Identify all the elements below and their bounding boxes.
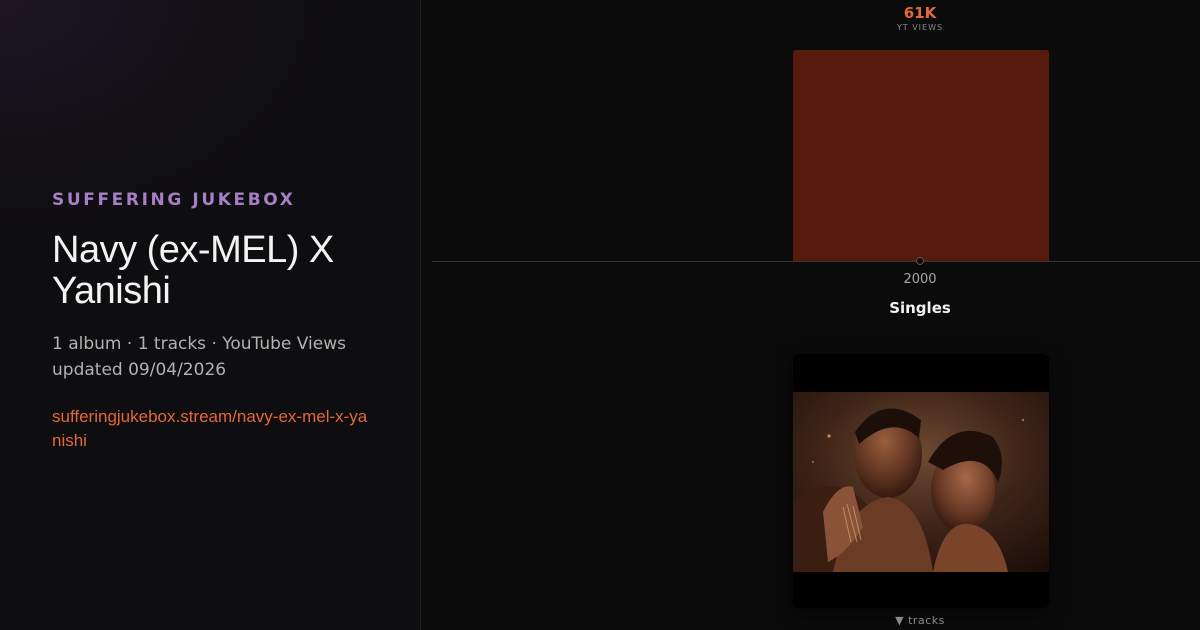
meta-updated: updated 09/04/2026 bbox=[52, 360, 227, 380]
bar-metric-label: YT VIEWS bbox=[896, 23, 944, 32]
chart-baseline bbox=[432, 261, 1200, 262]
tracks-toggle-button[interactable]: ▼ tracks bbox=[870, 614, 970, 627]
album-cover-image bbox=[793, 392, 1049, 572]
meta-summary: 1 album · 1 tracks · YouTube Views bbox=[52, 334, 346, 354]
bar-plot-area bbox=[793, 50, 1049, 262]
artist-info-panel: SUFFERING JUKEBOX Navy (ex-MEL) X Yanish… bbox=[0, 0, 421, 630]
bar-2000[interactable] bbox=[793, 50, 1049, 262]
artist-title: Navy (ex-MEL) X Yanishi bbox=[52, 229, 334, 312]
section-title: Singles bbox=[889, 299, 951, 317]
album-card[interactable] bbox=[793, 354, 1049, 608]
bar-value-label: 61K bbox=[903, 4, 937, 22]
brand-label: SUFFERING JUKEBOX bbox=[52, 190, 296, 210]
x-tick-label-2000: 2000 bbox=[903, 272, 937, 287]
artist-meta: 1 album · 1 tracks · YouTube Views updat… bbox=[52, 331, 412, 383]
bar-baseline-marker bbox=[916, 257, 924, 265]
artist-page-link[interactable]: sufferingjukebox.stream/navy-ex-mel-x-ya… bbox=[52, 405, 372, 453]
